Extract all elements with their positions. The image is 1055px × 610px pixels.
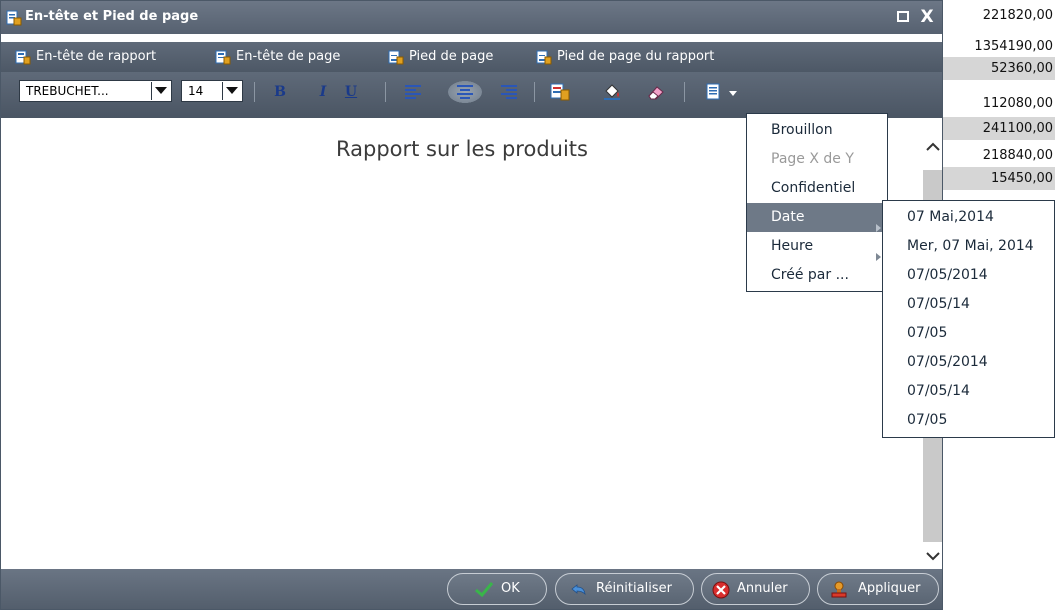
menu-item-label: Date [771,209,805,225]
align-center-icon [457,85,473,99]
date-format-option[interactable]: 07/05/2014 [883,261,1054,290]
section-nav: En-tête de rapport En-tête de page Pied … [1,42,942,72]
report-header-icon [15,50,31,69]
date-format-option[interactable]: 07/05 [883,319,1054,348]
nav-label: En-tête de page [236,49,341,64]
insert-special-menu: Brouillon Page X de Y Confidentiel Date … [746,113,888,292]
toolbar-divider [684,82,685,102]
close-icon[interactable]: X [919,9,935,26]
document-icon [706,83,720,100]
apply-button[interactable]: Appliquer [817,573,939,605]
ok-label: OK [501,581,520,596]
date-format-submenu: 07 Mai,2014 Mer, 07 Mai, 2014 07/05/2014… [882,200,1055,438]
menu-item-page-x-de-y: Page X de Y [771,151,854,167]
chevron-down-icon[interactable] [222,82,241,100]
header-footer-dialog: En-tête et Pied de page X En-tête de rap… [0,0,943,610]
align-right-button[interactable] [498,81,520,103]
date-format-option[interactable]: 07/05 [883,406,1054,435]
chevron-down-icon[interactable] [926,550,940,565]
menu-item-heure[interactable]: Heure [747,232,887,261]
insert-special-dropdown[interactable] [705,81,741,103]
background-value: 221820,00 [982,8,1053,23]
undo-arrow-icon [570,581,588,601]
paint-bucket-icon [604,84,620,100]
date-format-option[interactable]: 07/05/2014 [883,348,1054,377]
page-header-icon [215,50,231,69]
chevron-down-icon[interactable] [151,82,170,100]
chevron-up-icon[interactable] [926,141,940,156]
maximize-icon[interactable] [896,9,912,25]
align-right-icon [501,85,517,99]
underline-button[interactable]: U [340,81,362,103]
toolbar-divider [254,82,255,102]
cancel-icon [712,581,730,603]
reset-label: Réinitialiser [596,581,672,596]
background-value-column: 221820,00 1354190,00 52360,00 112080,00 … [943,0,1055,190]
background-value: 15450,00 [943,167,1055,190]
dialog-titlebar[interactable]: En-tête et Pied de page X [1,1,942,34]
date-format-option[interactable]: 07/05/14 [883,290,1054,319]
nav-label: Pied de page [409,49,494,64]
report-footer-icon [536,50,552,69]
insert-field-button[interactable] [549,81,571,103]
align-left-button[interactable] [402,81,424,103]
menu-item-date[interactable]: Date [747,203,887,232]
reset-button[interactable]: Réinitialiser [555,573,694,605]
font-family-value: TREBUCHET... [26,84,109,98]
insert-field-icon [550,83,570,101]
document-icon [6,10,22,30]
stamp-icon [830,581,848,603]
cancel-label: Annuler [737,581,788,596]
align-center-button[interactable] [448,81,482,103]
fill-color-button[interactable] [601,81,623,103]
date-format-option[interactable]: Mer, 07 Mai, 2014 [883,232,1054,261]
background-value: 241100,00 [943,117,1055,140]
dialog-title: En-tête et Pied de page [25,9,199,24]
ok-button[interactable]: OK [447,573,547,605]
page-footer-icon [388,50,404,69]
nav-label: Pied de page du rapport [557,49,715,64]
bold-button[interactable]: B [269,81,291,103]
background-value: 52360,00 [943,57,1055,80]
eraser-icon [648,86,664,100]
font-size-value: 14 [188,84,204,98]
date-format-option[interactable]: 07/05/14 [883,377,1054,406]
date-format-option[interactable]: 07 Mai,2014 [883,203,1054,232]
dialog-footer: OK Réinitialiser Annuler Appliquer [1,569,942,609]
menu-item-label: Heure [771,238,814,254]
background-value: 218840,00 [982,148,1053,163]
cancel-button[interactable]: Annuler [701,573,810,605]
italic-button[interactable]: I [312,81,334,103]
background-value: 1354190,00 [974,39,1053,54]
apply-label: Appliquer [858,581,921,596]
clear-format-button[interactable] [645,81,667,103]
font-family-select[interactable]: TREBUCHET... [19,80,172,102]
toolbar-divider [385,82,386,102]
formatting-toolbar: TREBUCHET... 14 B I U [1,72,942,118]
checkmark-icon [474,581,494,601]
nav-label: En-tête de rapport [36,49,157,64]
chevron-down-icon [729,91,737,96]
menu-item-confidentiel[interactable]: Confidentiel [747,174,887,203]
align-left-icon [405,85,421,99]
menu-item-cree-par[interactable]: Créé par ... [747,261,887,290]
toolbar-divider [534,82,535,102]
menu-item-brouillon[interactable]: Brouillon [747,116,887,145]
font-size-select[interactable]: 14 [181,80,243,102]
background-value: 112080,00 [982,96,1053,111]
